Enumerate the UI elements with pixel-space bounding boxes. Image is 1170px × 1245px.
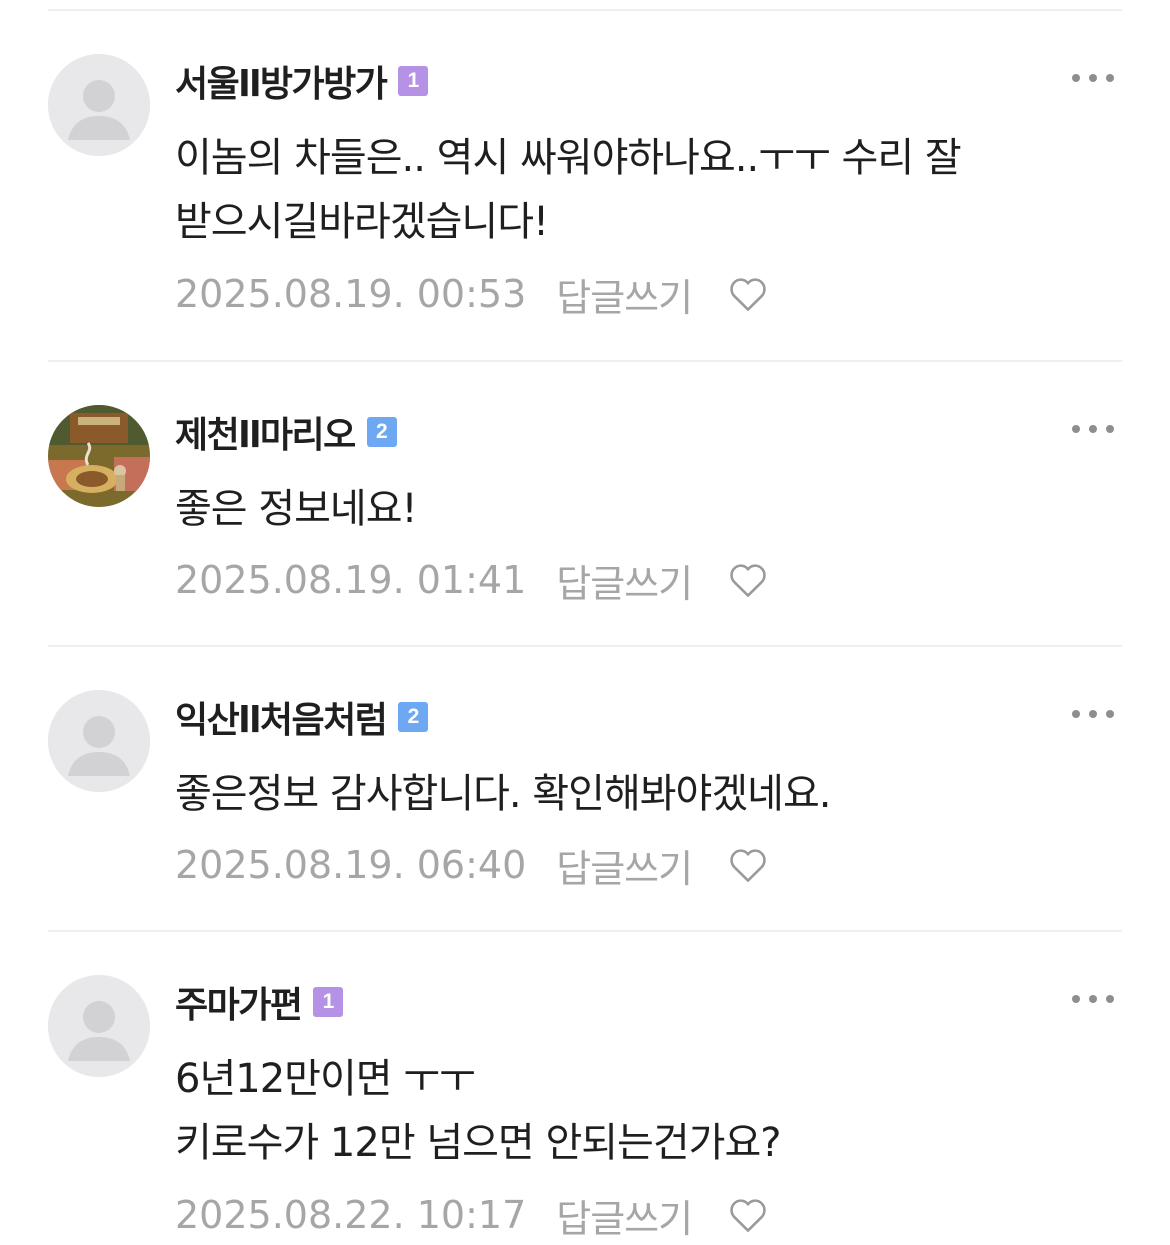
comment-line: 키로수가 12만 넘으면 안되는건가요? [175, 1120, 781, 1166]
grade-badge: 1 [313, 987, 344, 1017]
more-options-icon[interactable] [1072, 419, 1114, 439]
comment-meta: 2025.08.19. 00:53 답글쓰기 [175, 264, 770, 324]
comment-meta: 2025.08.22. 10:17 답글쓰기 [175, 1185, 770, 1245]
comment-date: 2025.08.19. 06:40 [175, 843, 527, 887]
heart-outline-icon[interactable] [726, 558, 770, 602]
comment-meta: 2025.08.19. 01:41 답글쓰기 [175, 550, 770, 610]
comment-text: 이놈의 차들은.. 역시 싸워야하나요..ㅜㅜ 수리 잘 받으시길바라겠습니다! [175, 126, 1105, 254]
grade-badge: 1 [398, 66, 429, 96]
more-options-icon[interactable] [1072, 68, 1114, 88]
reply-button[interactable]: 답글쓰기 [556, 267, 693, 322]
author-name[interactable]: 제천ll마리오 [175, 406, 356, 458]
comment-line: 이놈의 차들은.. 역시 싸워야하나요..ㅜㅜ 수리 잘 [175, 135, 962, 181]
comment-list: 서울ll방가방가 1 이놈의 차들은.. 역시 싸워야하나요..ㅜㅜ 수리 잘 … [0, 0, 1170, 1244]
author-name[interactable]: 주마가편 [175, 976, 303, 1028]
default-avatar-icon[interactable] [48, 54, 150, 156]
grade-badge: 2 [398, 702, 429, 732]
comment-text: 6년12만이면 ㅜㅜ 키로수가 12만 넘으면 안되는건가요? [175, 1047, 1105, 1175]
divider [48, 645, 1122, 647]
author-name[interactable]: 서울ll방가방가 [175, 55, 388, 107]
heart-outline-icon[interactable] [726, 843, 770, 887]
reply-button[interactable]: 답글쓰기 [556, 838, 693, 893]
heart-outline-icon[interactable] [726, 1193, 770, 1237]
divider [48, 930, 1122, 932]
default-avatar-icon[interactable] [48, 975, 150, 1077]
comment-line: 6년12만이면 ㅜㅜ [175, 1056, 476, 1102]
divider [48, 360, 1122, 362]
comment-line: 받으시길바라겠습니다! [175, 199, 549, 245]
grade-badge: 2 [366, 417, 397, 447]
profile-photo-avatar[interactable] [48, 405, 150, 507]
comment-date: 2025.08.19. 00:53 [175, 272, 527, 316]
comment-meta: 2025.08.19. 06:40 답글쓰기 [175, 835, 770, 895]
comment-text: 좋은정보 감사합니다. 확인해봐야겠네요. [175, 762, 1105, 826]
comment-line: 좋은정보 감사합니다. 확인해봐야겠네요. [175, 771, 831, 817]
heart-outline-icon[interactable] [726, 272, 770, 316]
comment-text: 좋은 정보네요! [175, 477, 1105, 541]
more-options-icon[interactable] [1072, 704, 1114, 724]
reply-button[interactable]: 답글쓰기 [556, 1188, 693, 1243]
comment-date: 2025.08.22. 10:17 [175, 1193, 527, 1237]
comment-line: 좋은 정보네요! [175, 486, 418, 532]
divider [48, 9, 1122, 11]
default-avatar-icon[interactable] [48, 690, 150, 792]
more-options-icon[interactable] [1072, 989, 1114, 1009]
author-name[interactable]: 익산ll처음처럼 [175, 691, 388, 743]
comment-date: 2025.08.19. 01:41 [175, 558, 527, 602]
reply-button[interactable]: 답글쓰기 [556, 553, 693, 608]
